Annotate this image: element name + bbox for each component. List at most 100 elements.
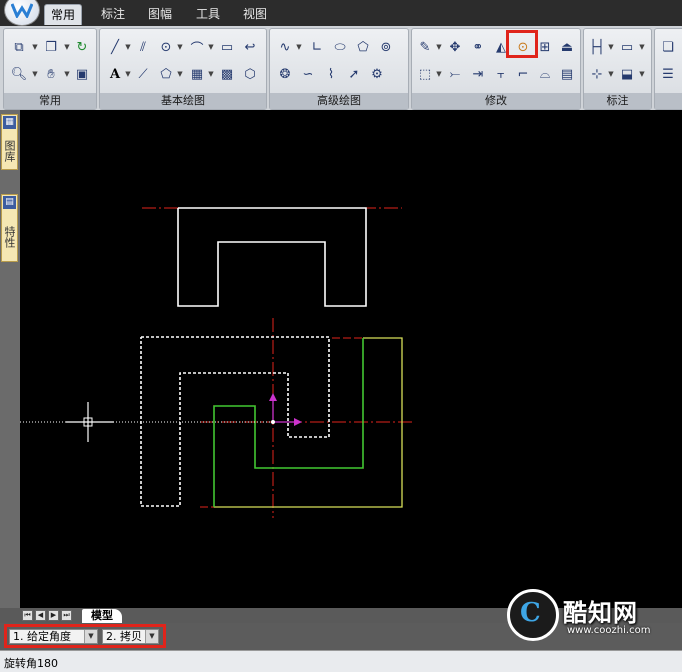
- chevron-down-icon[interactable]: ▼: [31, 64, 39, 84]
- chevron-down-icon[interactable]: ▼: [435, 64, 443, 84]
- move-icon[interactable]: ✥: [444, 37, 466, 57]
- app-logo-icon: [11, 3, 33, 18]
- ribbon-tab-bar: 常用 标注 图幅 工具 视图: [0, 0, 682, 26]
- rotate-highlight-box: [506, 30, 538, 58]
- hatch-icon[interactable]: ▩: [216, 64, 238, 84]
- status-prompt: 旋转角180: [4, 657, 58, 670]
- tab-view[interactable]: 视图: [237, 4, 273, 24]
- tab-tools[interactable]: 工具: [190, 4, 226, 24]
- drawing-canvas[interactable]: [20, 110, 682, 608]
- watermark-url: www.coozhi.com: [567, 625, 651, 636]
- scale-icon[interactable]: ⏏: [556, 37, 578, 57]
- chevron-down-icon[interactable]: ▼: [295, 37, 303, 57]
- arrow-right-icon: [294, 418, 302, 426]
- chevron-down-icon[interactable]: ▼: [638, 37, 646, 57]
- group-modify: ✎ ▼ ✥ ⚭ ◭ ⊙ ⊞ ⏏ ⬚ ▼ ⤚ ⇥ ⫟ ⌐ ⌓ ▤ 修改: [411, 28, 581, 110]
- stretch-icon[interactable]: ⇥: [467, 64, 489, 84]
- ribbon-panel: ⧉ ▼ ❐ ▼ ↻ 🔍︎ ▼ ✋︎ ▼ ▣ 常用 ╱ ▼ ⫽ ⊙ ▼ ⌒ ▼ ▭…: [0, 26, 682, 111]
- polyline-icon[interactable]: ↩: [239, 37, 261, 57]
- side-tab-properties[interactable]: ▤ 特性: [1, 194, 18, 262]
- side-panel-strip: ▦ 图库 ▤ 特性: [0, 110, 20, 608]
- tab-annotate[interactable]: 标注: [95, 4, 131, 24]
- chevron-down-icon[interactable]: ▼: [124, 64, 132, 84]
- options-highlight-box: [4, 624, 166, 648]
- chevron-down-icon[interactable]: ▼: [124, 37, 132, 57]
- break-icon[interactable]: ⫟: [490, 64, 512, 84]
- chevron-down-icon[interactable]: ▼: [63, 64, 71, 84]
- next-layout-button[interactable]: ▶: [48, 610, 59, 621]
- arrow-icon[interactable]: ➚: [343, 64, 365, 84]
- circle-icon[interactable]: ⊙: [155, 37, 177, 57]
- chevron-down-icon[interactable]: ▼: [638, 64, 646, 84]
- base-point: [271, 420, 275, 424]
- copy-object-icon[interactable]: ⚭: [467, 37, 489, 57]
- prev-layout-button[interactable]: ◀: [35, 610, 46, 621]
- explode-icon[interactable]: ▤: [556, 64, 578, 84]
- status-bar: 旋转角180: [0, 650, 682, 672]
- tab-drawing-frame[interactable]: 图幅: [142, 4, 178, 24]
- group-label-modify: 修改: [412, 93, 580, 109]
- linetype-icon[interactable]: ☰: [657, 64, 679, 84]
- copy-icon[interactable]: ⧉: [8, 37, 30, 57]
- text-icon[interactable]: A: [104, 64, 126, 84]
- group-label-basic-draw: 基本绘图: [100, 93, 266, 109]
- chevron-down-icon[interactable]: ▼: [63, 37, 71, 57]
- region-icon[interactable]: ⬡: [239, 64, 261, 84]
- first-layout-button[interactable]: ⏮: [22, 610, 33, 621]
- chevron-down-icon[interactable]: ▼: [176, 64, 184, 84]
- table-icon[interactable]: ▦: [186, 64, 208, 84]
- watermark-title: 酷知网: [563, 599, 638, 627]
- point-icon[interactable]: ⊚: [375, 37, 397, 57]
- layer-icon[interactable]: ❏: [657, 37, 679, 57]
- gear-icon[interactable]: ⚙: [366, 64, 388, 84]
- trim-icon[interactable]: ⬚: [414, 64, 436, 84]
- group-advanced-draw: ∿ ▼ ∟ ⬭ ⬠ ⊚ ❂ ∽ ⌇ ➚ ⚙ 高级绘图: [269, 28, 409, 110]
- application-menu-button[interactable]: [4, 0, 40, 26]
- rectangle-icon[interactable]: ▭: [216, 37, 238, 57]
- line-icon[interactable]: ╱: [104, 37, 126, 57]
- chevron-down-icon[interactable]: ▼: [176, 37, 184, 57]
- dimension-icon[interactable]: ├┤: [586, 37, 608, 57]
- coordinate-dimension-icon[interactable]: ⊹: [586, 64, 608, 84]
- chevron-down-icon[interactable]: ▼: [207, 64, 215, 84]
- break-line-icon[interactable]: ⌇: [320, 64, 342, 84]
- arrow-up-icon: [269, 393, 277, 401]
- zoom-icon[interactable]: 🔍︎: [8, 64, 30, 84]
- paste-icon[interactable]: ❐: [40, 37, 62, 57]
- tolerance-icon[interactable]: ▭: [616, 37, 638, 57]
- delete-icon[interactable]: ✎: [414, 37, 436, 57]
- chevron-down-icon[interactable]: ▼: [31, 37, 39, 57]
- chevron-down-icon[interactable]: ▼: [607, 64, 615, 84]
- extend-icon[interactable]: ⤚: [444, 64, 466, 84]
- properties-icon[interactable]: ▣: [71, 64, 93, 84]
- library-icon: ▦: [3, 116, 16, 129]
- drawing-area: [20, 207, 412, 518]
- centerline-icon[interactable]: ⟋: [132, 64, 154, 84]
- leader-icon[interactable]: ⬓: [616, 64, 638, 84]
- refresh-icon[interactable]: ↻: [71, 37, 93, 57]
- chevron-down-icon[interactable]: ▼: [207, 37, 215, 57]
- pan-icon[interactable]: ✋︎: [40, 64, 62, 84]
- parallel-line-icon[interactable]: ⫽: [132, 37, 154, 57]
- tab-model[interactable]: 模型: [82, 609, 122, 623]
- tab-common[interactable]: 常用: [44, 4, 83, 25]
- fillet-icon[interactable]: ⌐: [512, 64, 534, 84]
- side-tab-library[interactable]: ▦ 图库: [1, 114, 18, 170]
- ellipse-icon[interactable]: ⬭: [329, 37, 351, 57]
- chamfer-icon[interactable]: ⌓: [534, 64, 556, 84]
- top-view-outline: [177, 207, 367, 307]
- last-layout-button[interactable]: ⏭: [61, 610, 72, 621]
- properties-panel-icon: ▤: [3, 196, 16, 209]
- group-dimension: ├┤ ▼ ▭ ▼ ⊹ ▼ ⬓ ▼ 标注: [583, 28, 652, 110]
- block-icon[interactable]: ⬠: [155, 64, 177, 84]
- wave-line-icon[interactable]: ❂: [274, 64, 296, 84]
- spline-icon[interactable]: ∿: [274, 37, 296, 57]
- angle-line-icon[interactable]: ∟: [306, 37, 328, 57]
- double-line-icon[interactable]: ∽: [297, 64, 319, 84]
- chevron-down-icon[interactable]: ▼: [435, 37, 443, 57]
- arc-icon[interactable]: ⌒: [186, 37, 208, 57]
- group-label-extra: [655, 93, 682, 109]
- group-label-advanced-draw: 高级绘图: [270, 93, 408, 109]
- polygon-icon[interactable]: ⬠: [352, 37, 374, 57]
- chevron-down-icon[interactable]: ▼: [607, 37, 615, 57]
